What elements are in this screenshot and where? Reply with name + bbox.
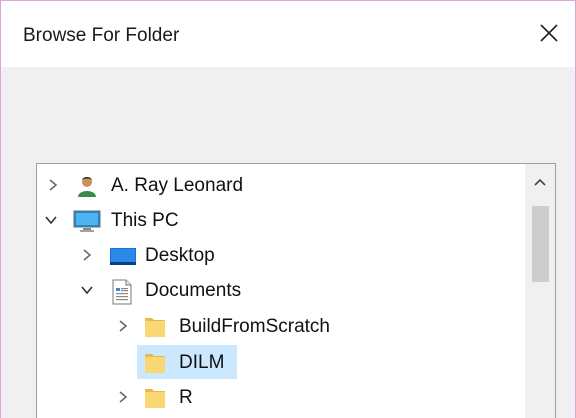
tree-item-label: DILM (179, 352, 225, 373)
tree-item-label: Desktop (145, 245, 215, 266)
expand-arrow-icon[interactable] (45, 177, 61, 193)
expand-arrow-icon[interactable] (115, 318, 131, 334)
collapse-arrow-icon[interactable] (79, 282, 95, 298)
tree-item-desktop[interactable]: Desktop (37, 238, 525, 273)
tree-item-documents[interactable]: Documents (37, 273, 525, 308)
folder-icon (143, 315, 167, 339)
tree-item-buildfromscratch[interactable]: BuildFromScratch (37, 309, 525, 344)
tree-item-a-ray-leonard[interactable]: A. Ray Leonard (37, 168, 525, 203)
desktop-folder-icon (109, 244, 136, 268)
chevron-up-icon (534, 178, 546, 186)
browse-for-folder-dialog: Browse For Folder A. Ray Leonard This PC… (0, 0, 576, 418)
user-icon (75, 174, 99, 198)
tree-item-label: A. Ray Leonard (111, 175, 244, 196)
close-icon (540, 24, 558, 42)
expand-arrow-icon[interactable] (79, 247, 95, 263)
folder-icon (143, 386, 167, 410)
close-button[interactable] (533, 17, 565, 49)
expand-arrow-icon[interactable] (115, 389, 131, 405)
tree-item-label: This PC (111, 210, 179, 231)
folder-tree[interactable]: A. Ray Leonard This PC Desktop Documents… (36, 163, 556, 418)
dialog-title: Browse For Folder (23, 25, 180, 46)
tree-item-dilm[interactable]: DILM (37, 345, 525, 380)
scroll-up-button[interactable] (525, 164, 555, 200)
vertical-scrollbar[interactable] (525, 164, 555, 418)
tree-item-this-pc[interactable]: This PC (37, 203, 525, 238)
scrollbar-thumb[interactable] (532, 206, 549, 282)
computer-icon (73, 209, 101, 233)
title-bar: Browse For Folder (1, 1, 575, 67)
tree-item-label: BuildFromScratch (179, 316, 330, 337)
tree-item-label: R (179, 387, 193, 408)
folder-icon (143, 351, 167, 375)
collapse-arrow-icon[interactable] (43, 212, 59, 228)
tree-item-r[interactable]: R (37, 380, 525, 415)
tree-item-label: Documents (145, 280, 242, 301)
documents-icon (111, 279, 135, 305)
